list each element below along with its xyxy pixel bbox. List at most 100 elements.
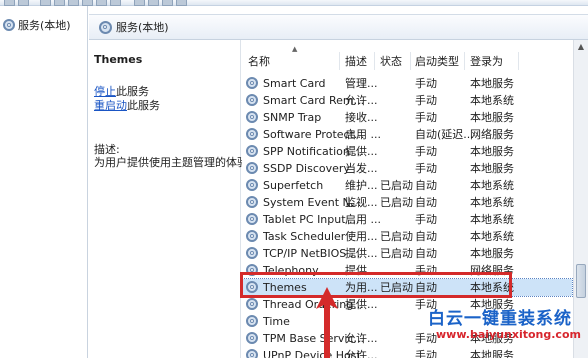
- cell-desc: 接收...: [345, 111, 378, 124]
- console-tree: 服务(本地): [0, 6, 88, 358]
- cell-status: 已启动: [380, 179, 413, 192]
- cell-name: Smart Card: [263, 77, 326, 90]
- table-row[interactable]: Task Scheduler 使用... 已启动 自动 本地系统: [242, 228, 572, 245]
- description-text: 为用户提供使用主题管理的体验。: [94, 156, 259, 169]
- table-row[interactable]: TCP/IP NetBIOS ... 提供... 已启动 自动 本地服务: [242, 245, 572, 262]
- themes-highlight-box: [240, 272, 512, 298]
- cell-name: Task Scheduler: [263, 230, 346, 243]
- cell-startup: 自动(延迟...: [415, 128, 474, 141]
- table-row[interactable]: Software Protect... 启用 ... 自动(延迟... 网络服务: [242, 126, 572, 143]
- gear-icon: [246, 315, 258, 327]
- cell-startup: 手动: [415, 213, 437, 226]
- gear-icon: [246, 179, 258, 191]
- gear-icon: [3, 19, 15, 31]
- cell-desc: 使用...: [345, 230, 378, 243]
- watermark-title: 白云一键重装系统: [428, 309, 572, 329]
- cell-desc: 允许...: [345, 94, 378, 107]
- cell-desc: 管理...: [345, 77, 378, 90]
- cell-name: SSDP Discovery: [263, 162, 350, 175]
- gear-icon: [99, 20, 112, 34]
- content-header: 服务(本地): [89, 14, 588, 40]
- gear-icon: [246, 230, 258, 242]
- restart-service-line: 重启动此服务: [94, 97, 160, 113]
- cell-desc: 提供...: [345, 247, 378, 260]
- gear-icon: [246, 196, 258, 208]
- column-startup-type[interactable]: 启动类型: [415, 54, 459, 70]
- cell-logon: 网络服务: [470, 128, 514, 141]
- gear-icon: [246, 213, 258, 225]
- table-row[interactable]: Smart Card Rem... 允许... 手动 本地系统: [242, 92, 572, 109]
- cell-startup: 自动: [415, 230, 437, 243]
- table-row[interactable]: System Event N... 监视... 已启动 自动 本地系统: [242, 194, 572, 211]
- table-row[interactable]: Superfetch 维护... 已启动 自动 本地系统: [242, 177, 572, 194]
- selected-service-name: Themes: [94, 53, 143, 66]
- gear-icon: [246, 247, 258, 259]
- table-row[interactable]: SNMP Trap 接收... 手动 本地服务: [242, 109, 572, 126]
- column-divider[interactable]: [339, 52, 340, 70]
- gear-icon: [246, 162, 258, 174]
- column-divider[interactable]: [464, 52, 465, 70]
- cell-desc: 维护...: [345, 179, 378, 192]
- column-divider[interactable]: [374, 52, 375, 70]
- gear-icon: [246, 94, 258, 106]
- gear-icon: [246, 332, 258, 344]
- cell-logon: 本地系统: [470, 94, 514, 107]
- cell-desc: 启用 ...: [345, 213, 381, 226]
- cell-desc: 监视...: [345, 196, 378, 209]
- cell-desc: 提供...: [345, 298, 378, 311]
- sort-up-icon: ▲: [292, 45, 298, 53]
- cell-startup: 自动: [415, 247, 437, 260]
- scroll-up-icon[interactable]: ▲: [574, 40, 588, 54]
- cell-logon: 本地服务: [470, 111, 514, 124]
- cell-logon: 本地系统: [470, 196, 514, 209]
- watermark-url: www.baiyunxitong.com: [436, 328, 581, 341]
- cell-name: Time: [263, 315, 290, 328]
- cell-startup: 手动: [415, 94, 437, 107]
- cell-desc: 允许...: [345, 332, 378, 345]
- cell-name: Superfetch: [263, 179, 324, 192]
- cell-startup: 手动: [415, 145, 437, 158]
- gear-icon: [246, 77, 258, 89]
- watermark: 白云一键重装系统 www.baiyunxitong.com: [404, 300, 588, 358]
- table-row[interactable]: Tablet PC Input ... 启用 ... 手动 本地系统: [242, 211, 572, 228]
- restart-service-suffix: 此服务: [127, 99, 160, 112]
- cell-desc: 当发...: [345, 162, 378, 175]
- cell-logon: 本地系统: [470, 179, 514, 192]
- column-logon[interactable]: 登录为: [470, 54, 503, 70]
- table-row[interactable]: Smart Card 管理... 手动 本地服务: [242, 75, 572, 92]
- tree-item-services-local[interactable]: 服务(本地): [3, 17, 71, 33]
- table-row[interactable]: SSDP Discovery 当发... 手动 本地服务: [242, 160, 572, 177]
- cell-status: 已启动: [380, 196, 413, 209]
- cell-startup: 手动: [415, 162, 437, 175]
- cell-startup: 手动: [415, 111, 437, 124]
- gear-icon: [246, 298, 258, 310]
- cell-startup: 自动: [415, 196, 437, 209]
- services-window: 服务(本地) 服务(本地) Themes 停止此服务 重启动此服务 描述: 为用…: [0, 0, 588, 358]
- gear-icon: [246, 128, 258, 140]
- column-divider[interactable]: [518, 52, 519, 70]
- cell-status: 已启动: [380, 247, 413, 260]
- gear-icon: [246, 349, 258, 358]
- cell-logon: 本地服务: [470, 162, 514, 175]
- table-row[interactable]: SPP Notification ... 提供... 手动 本地服务: [242, 143, 572, 160]
- column-header: ▲ 名称 描述 状态 启动类型 登录为: [242, 40, 588, 74]
- cell-desc: 允许...: [345, 349, 378, 358]
- cell-desc: 启用 ...: [345, 128, 381, 141]
- column-status[interactable]: 状态: [380, 54, 402, 70]
- red-arrow-up-icon: [316, 287, 338, 358]
- column-name[interactable]: 名称: [248, 54, 270, 70]
- gear-icon: [246, 145, 258, 157]
- column-description[interactable]: 描述: [345, 54, 367, 70]
- column-divider[interactable]: [410, 52, 411, 70]
- description-pane: Themes 停止此服务 重启动此服务 描述: 为用户提供使用主题管理的体验。: [89, 40, 259, 358]
- content-title: 服务(本地): [116, 21, 169, 34]
- restart-service-link[interactable]: 重启动: [94, 99, 127, 112]
- scroll-thumb[interactable]: [576, 264, 586, 298]
- cell-logon: 本地系统: [470, 213, 514, 226]
- cell-status: 已启动: [380, 230, 413, 243]
- cell-logon: 本地服务: [470, 77, 514, 90]
- cell-startup: 自动: [415, 179, 437, 192]
- cell-logon: 本地服务: [470, 145, 514, 158]
- cell-desc: 提供...: [345, 145, 378, 158]
- cell-name: SNMP Trap: [263, 111, 322, 124]
